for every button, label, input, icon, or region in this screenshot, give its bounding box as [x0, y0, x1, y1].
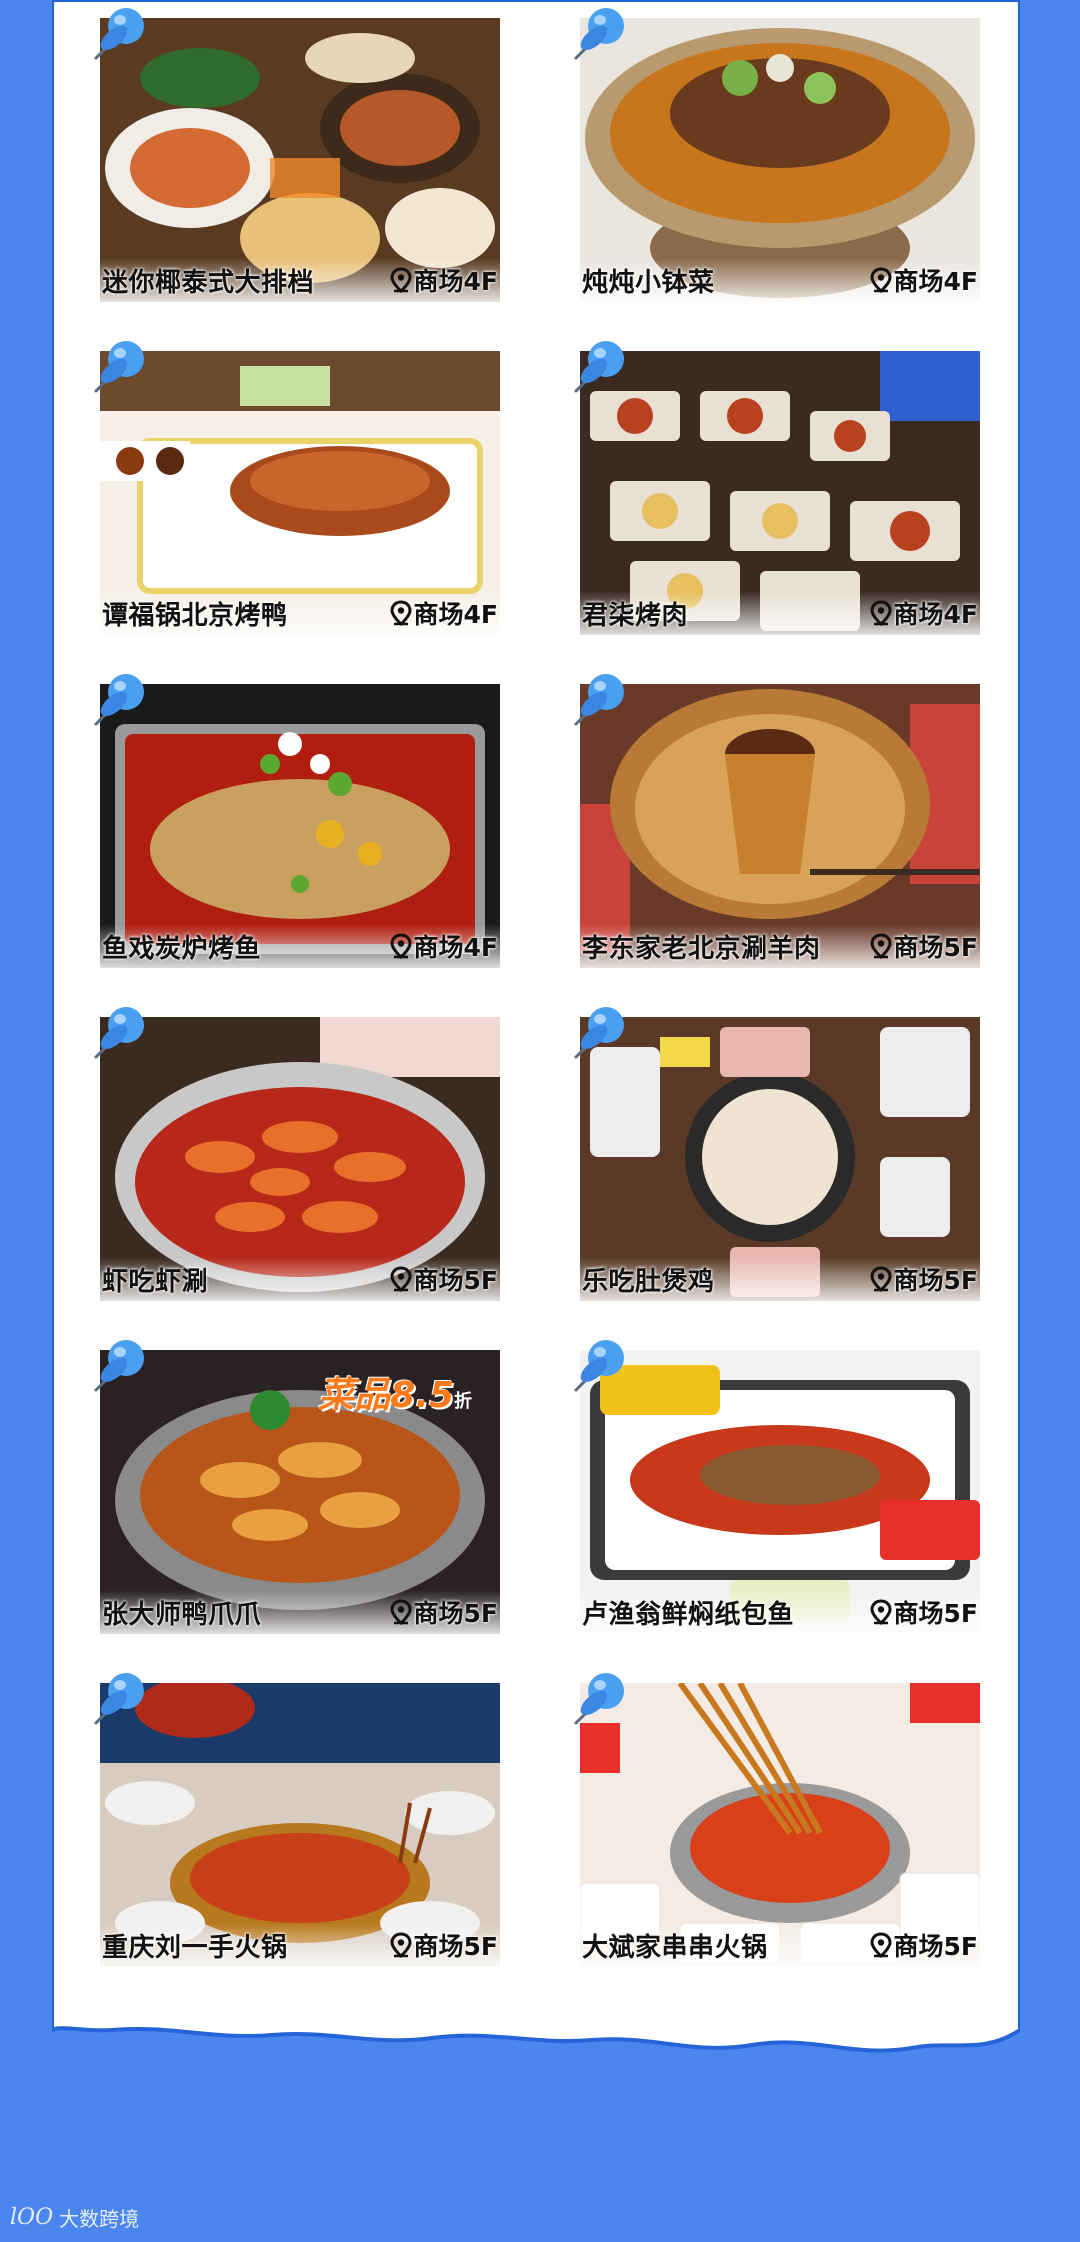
pushpin-icon	[570, 1332, 634, 1396]
restaurant-name: 迷你椰泰式大排档	[102, 267, 315, 298]
restaurant-card[interactable]: 乐吃肚煲鸡 商场5F	[580, 1017, 980, 1301]
location-pin-icon	[390, 600, 412, 627]
restaurant-location: 商场5F	[390, 1594, 498, 1630]
location-pin-icon	[390, 1266, 412, 1293]
restaurant-location: 商场4F	[870, 595, 978, 631]
pushpin-icon	[90, 999, 154, 1063]
restaurant-card[interactable]: 菜品8.5折张大师鸭爪爪 商场5F	[100, 1350, 500, 1634]
restaurant-card[interactable]: 鱼戏炭炉烤鱼 商场4F	[100, 684, 500, 968]
card-caption: 乐吃肚煲鸡 商场5F	[580, 1257, 980, 1301]
location-pin-icon	[870, 1599, 892, 1626]
pushpin-icon	[570, 666, 634, 730]
location-text: 商场4F	[413, 933, 498, 962]
restaurant-location: 商场5F	[390, 1261, 498, 1297]
card-caption: 君柒烤肉 商场4F	[580, 591, 980, 635]
restaurant-card[interactable]: 君柒烤肉 商场4F	[580, 351, 980, 635]
restaurant-card[interactable]: 大斌家串串火锅 商场5F	[580, 1683, 980, 1967]
restaurant-location: 商场5F	[870, 1594, 978, 1630]
restaurant-card[interactable]: 谭福锅北京烤鸭 商场4F	[100, 351, 500, 635]
pushpin-icon	[570, 0, 634, 64]
pushpin-icon	[90, 666, 154, 730]
location-text: 商场5F	[893, 1599, 978, 1628]
location-pin-icon	[870, 1266, 892, 1293]
restaurant-card[interactable]: 虾吃虾涮 商场5F	[100, 1017, 500, 1301]
location-pin-icon	[390, 267, 412, 294]
restaurant-location: 商场5F	[870, 1261, 978, 1297]
card-caption: 张大师鸭爪爪 商场5F	[100, 1590, 500, 1634]
restaurant-card[interactable]: 炖炖小钵菜 商场4F	[580, 18, 980, 302]
promo-suffix: 折	[454, 1391, 472, 1412]
restaurant-name: 李东家老北京涮羊肉	[582, 933, 821, 964]
card-caption: 卢渔翁鲜焖纸包鱼 商场5F	[580, 1590, 980, 1634]
restaurant-card[interactable]: 重庆刘一手火锅 商场5F	[100, 1683, 500, 1967]
promo-badge: 菜品8.5折	[318, 1366, 472, 1418]
watermark-logo: lOO	[10, 2205, 54, 2230]
pushpin-icon	[90, 0, 154, 64]
restaurant-name: 重庆刘一手火锅	[102, 1932, 288, 1963]
location-text: 商场4F	[413, 600, 498, 629]
pushpin-icon	[570, 333, 634, 397]
restaurant-location: 商场5F	[870, 1927, 978, 1963]
card-caption: 谭福锅北京烤鸭 商场4F	[100, 591, 500, 635]
pushpin-icon	[570, 999, 634, 1063]
restaurant-location: 商场4F	[390, 928, 498, 964]
restaurant-name: 谭福锅北京烤鸭	[102, 600, 288, 631]
location-pin-icon	[390, 933, 412, 960]
location-pin-icon	[870, 600, 892, 627]
restaurant-location: 商场4F	[390, 595, 498, 631]
restaurant-location: 商场5F	[870, 928, 978, 964]
location-text: 商场4F	[893, 267, 978, 296]
card-caption: 鱼戏炭炉烤鱼 商场4F	[100, 924, 500, 968]
location-text: 商场5F	[413, 1599, 498, 1628]
restaurant-name: 卢渔翁鲜焖纸包鱼	[582, 1599, 795, 1630]
restaurant-name: 乐吃肚煲鸡	[582, 1266, 715, 1297]
location-pin-icon	[390, 1932, 412, 1959]
location-text: 商场5F	[893, 933, 978, 962]
restaurant-name: 虾吃虾涮	[102, 1266, 209, 1297]
location-text: 商场5F	[893, 1932, 978, 1961]
location-pin-icon	[390, 1599, 412, 1626]
location-text: 商场5F	[413, 1266, 498, 1295]
pushpin-icon	[90, 1332, 154, 1396]
restaurant-name: 大斌家串串火锅	[582, 1932, 768, 1963]
location-text: 商场5F	[413, 1932, 498, 1961]
card-caption: 炖炖小钵菜 商场4F	[580, 258, 980, 302]
watermark: lOO 大数跨境	[10, 2203, 139, 2232]
location-pin-icon	[870, 1932, 892, 1959]
card-caption: 重庆刘一手火锅 商场5F	[100, 1923, 500, 1967]
card-caption: 大斌家串串火锅 商场5F	[580, 1923, 980, 1967]
promo-text: 菜品8.5	[318, 1375, 454, 1416]
restaurant-location: 商场4F	[390, 262, 498, 298]
pushpin-icon	[570, 1665, 634, 1729]
location-pin-icon	[870, 267, 892, 294]
card-caption: 虾吃虾涮 商场5F	[100, 1257, 500, 1301]
card-caption: 迷你椰泰式大排档 商场4F	[100, 258, 500, 302]
pushpin-icon	[90, 333, 154, 397]
restaurant-location: 商场4F	[870, 262, 978, 298]
restaurant-location: 商场5F	[390, 1927, 498, 1963]
restaurant-card[interactable]: 李东家老北京涮羊肉 商场5F	[580, 684, 980, 968]
restaurant-card[interactable]: 卢渔翁鲜焖纸包鱼 商场5F	[580, 1350, 980, 1634]
restaurant-name: 张大师鸭爪爪	[102, 1599, 262, 1630]
watermark-text: 大数跨境	[59, 2207, 140, 2231]
location-text: 商场4F	[893, 600, 978, 629]
pushpin-icon	[90, 1665, 154, 1729]
location-pin-icon	[870, 933, 892, 960]
restaurant-name: 鱼戏炭炉烤鱼	[102, 933, 262, 964]
restaurant-name: 炖炖小钵菜	[582, 267, 715, 298]
location-text: 商场5F	[893, 1266, 978, 1295]
restaurant-card[interactable]: 迷你椰泰式大排档 商场4F	[100, 18, 500, 302]
location-text: 商场4F	[413, 267, 498, 296]
restaurant-name: 君柒烤肉	[582, 600, 689, 631]
card-caption: 李东家老北京涮羊肉 商场5F	[580, 924, 980, 968]
